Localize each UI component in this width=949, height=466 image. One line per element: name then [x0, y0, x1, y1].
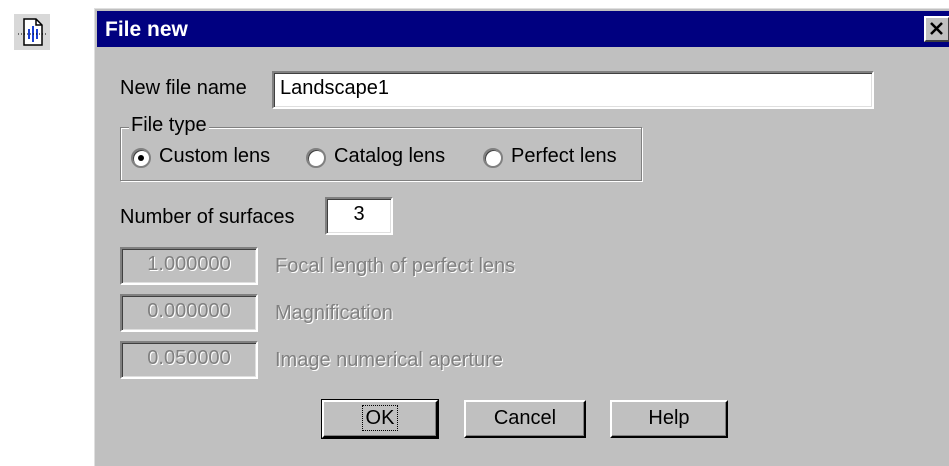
magnification-input: 0.000000 [120, 294, 258, 332]
catalog-lens-radio[interactable] [306, 148, 326, 168]
aperture-label: Image numerical aperture [275, 349, 503, 371]
catalog-lens-label[interactable]: Catalog lens [334, 145, 445, 168]
help-button[interactable]: Help [610, 400, 728, 438]
magnification-label: Magnification [275, 302, 393, 324]
file-name-input[interactable]: Landscape1 [272, 71, 874, 109]
ok-button-label: OK [361, 405, 399, 431]
close-icon [930, 22, 943, 35]
page: File new New file name Landscape1 File t… [0, 0, 949, 466]
focal-length-label: Focal length of perfect lens [275, 255, 516, 277]
dialog-title: File new [105, 18, 188, 41]
radio-selected-dot [138, 155, 144, 161]
file-new-dialog: File new New file name Landscape1 File t… [94, 8, 949, 466]
surfaces-input[interactable]: 3 [325, 197, 393, 235]
new-file-icon[interactable] [14, 14, 50, 50]
file-type-group: File type Custom lens Catalog lens Perfe… [120, 114, 642, 181]
focal-length-input: 1.000000 [120, 247, 258, 285]
file-name-label: New file name [120, 77, 247, 99]
close-button[interactable] [924, 16, 949, 42]
custom-lens-radio[interactable] [131, 148, 151, 168]
surfaces-label: Number of surfaces [120, 206, 295, 228]
ok-button[interactable]: OK [321, 399, 439, 439]
file-type-label: File type [129, 114, 209, 137]
cancel-button[interactable]: Cancel [464, 400, 586, 438]
perfect-lens-radio[interactable] [483, 148, 503, 168]
perfect-lens-label[interactable]: Perfect lens [511, 145, 617, 168]
aperture-input: 0.050000 [120, 341, 258, 379]
custom-lens-label[interactable]: Custom lens [159, 145, 270, 168]
title-bar[interactable]: File new [97, 11, 949, 47]
